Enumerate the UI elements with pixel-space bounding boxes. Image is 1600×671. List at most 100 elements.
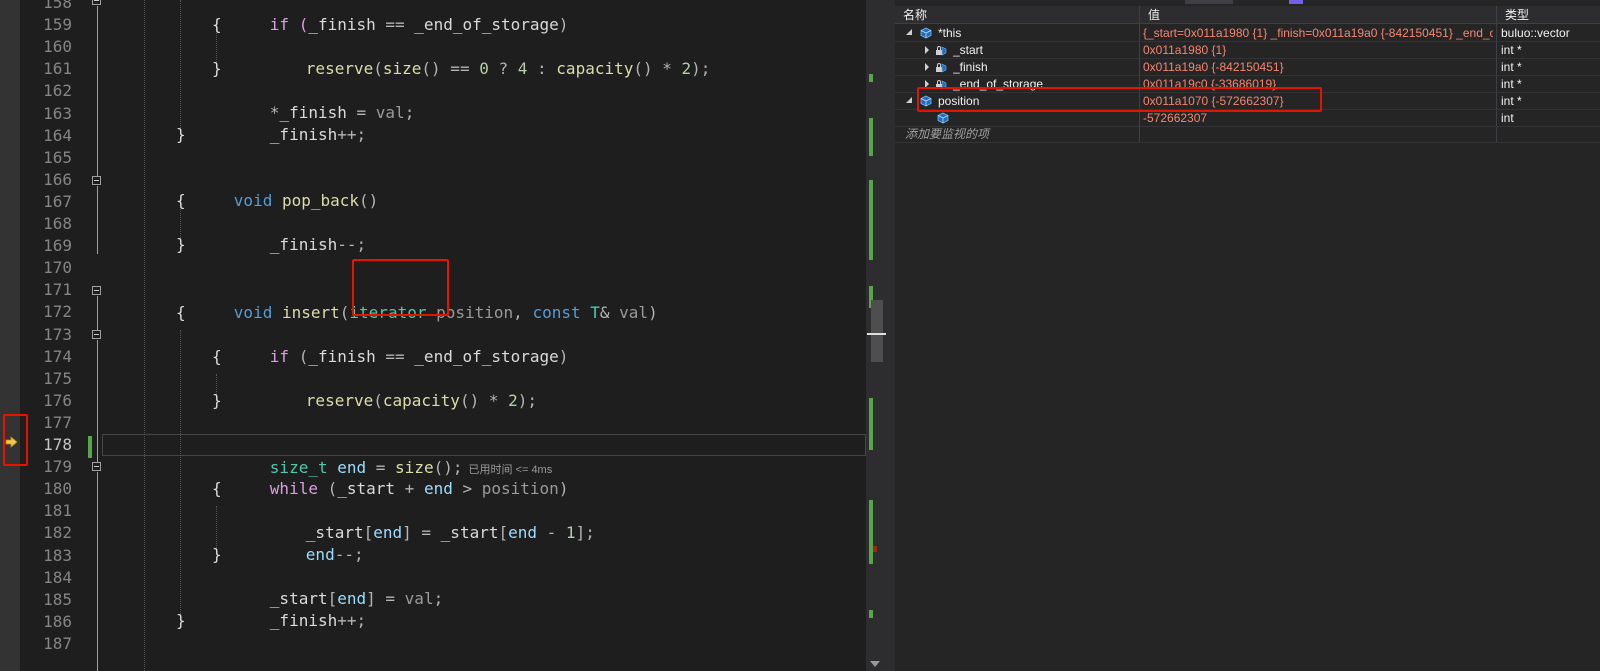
code-editor[interactable]: 158 159 160 161 162 163 164 165 166 167 168 169 170 1… [0,0,887,671]
scroll-down-icon[interactable] [870,661,880,667]
header-type[interactable]: 类型 [1497,6,1600,24]
expand-arrow-icon[interactable] [925,63,929,71]
line-number: 186 [43,611,72,631]
change-marker [869,118,873,156]
code-token: { [212,347,222,366]
line-number: 177 [43,412,72,432]
code-token: end [373,523,403,542]
line-number: 174 [43,346,72,366]
code-token: { [176,191,186,210]
watch-value[interactable]: 0x011a19c0 {-33686019} [1143,76,1493,92]
code-token: const [532,303,581,322]
code-line-179: while (_start + end > position) [212,456,569,498]
code-line-186: } [176,610,186,632]
scrollbar-thumb[interactable] [871,300,883,362]
watch-row-add[interactable]: 添加要监视的项 [895,126,1600,143]
code-token: } [212,391,222,410]
line-number: 184 [43,567,72,587]
line-number: 162 [43,81,72,101]
code-line-166: void pop_back() [176,168,379,210]
code-token: _finish [269,125,338,144]
code-token: } [176,125,186,144]
code-line-168: _finish--; [212,212,366,254]
code-line-180: { [212,478,222,500]
code-token: } [212,545,222,564]
code-area[interactable]: if (_finish == _end_of_storage) { reserv… [104,0,866,671]
add-watch-item[interactable]: 添加要监视的项 [905,126,1135,142]
code-token: _finish [308,15,376,34]
watch-value[interactable]: 0x011a19a0 {-842150451} [1143,59,1493,75]
watch-value[interactable]: {_start=0x011a1980 {1} _finish=0x011a19a… [1143,25,1493,41]
code-line-160: reserve(size() == 0 ? 4 : capacity() * 2… [248,36,711,78]
code-token: () [359,191,379,210]
watch-row-end-of-storage[interactable]: _end_of_storage 0x011a19c0 {-33686019} i… [895,76,1600,93]
code-token: _finish [308,347,376,366]
code-token: pop_back [281,191,360,210]
overview-scrollbar[interactable] [866,0,887,671]
code-token: } [212,59,222,78]
code-token: + [395,479,424,498]
code-token: reserve [305,391,374,410]
watch-header: 名称 值 类型 [895,6,1600,24]
watch-value[interactable]: -572662307 [1143,110,1493,126]
glyph-margin[interactable] [0,0,20,671]
code-token: [ [498,523,509,542]
watch-row-position[interactable]: position 0x011a1070 {-572662307} int * [895,93,1600,110]
fold-collapse-icon[interactable] [92,330,101,339]
watch-window[interactable]: 名称 值 类型 *this {_start=0x011a1980 {1} _fi… [895,0,1600,671]
code-token: void [233,191,273,210]
watch-row-position-deref[interactable]: -572662307 int [895,110,1600,127]
line-number-gutter: 158 159 160 161 162 163 164 165 166 167 168 169 170 1… [20,0,72,671]
code-token: _finish [269,235,338,254]
expand-arrow-icon[interactable] [925,46,929,54]
code-token: _start [337,479,396,498]
code-token: position [436,303,514,322]
watch-value[interactable]: 0x011a1980 {1} [1143,42,1493,58]
fold-collapse-icon[interactable] [92,286,101,295]
code-token: ] = [402,523,441,542]
code-token: capacity [556,59,634,78]
fold-collapse-icon[interactable] [92,0,101,5]
code-line-169: } [176,234,186,256]
watch-name: *this [938,26,962,40]
code-token: capacity [382,391,460,410]
line-number: 168 [43,214,72,233]
fold-line [97,472,98,671]
line-number: 187 [43,633,72,653]
watch-type: int [1501,111,1514,125]
line-number: 167 [43,191,72,211]
code-token: > [452,479,482,498]
code-token: ; [433,589,444,608]
watch-name: _finish [953,60,988,74]
expand-arrow-icon[interactable] [906,97,912,103]
change-marker [869,398,873,450]
pane-splitter[interactable] [887,0,895,671]
change-marker [869,500,873,564]
fold-collapse-icon[interactable] [92,462,101,471]
header-name[interactable]: 名称 [895,6,1140,24]
expand-arrow-icon[interactable] [906,29,912,35]
code-line-182: end--; [248,522,364,564]
code-token: == [375,15,415,34]
watch-row-start[interactable]: _start 0x011a1980 {1} int * [895,42,1600,59]
lock-icon [936,80,947,90]
indent-guide [180,0,181,130]
fold-collapse-icon[interactable] [92,176,101,185]
code-token: size [382,59,422,78]
line-number: 183 [43,545,72,565]
watch-row-finish[interactable]: _finish 0x011a19a0 {-842150451} int * [895,59,1600,76]
line-number: 166 [43,169,72,189]
code-token: 1 [565,523,576,542]
fold-line [97,186,98,254]
watch-row-this[interactable]: *this {_start=0x011a1980 {1} _finish=0x0… [895,25,1600,42]
code-token: insert [281,303,340,322]
code-token: end [305,545,335,564]
code-token: reserve [305,59,374,78]
code-line-164: } [176,124,186,146]
code-token: ) [558,479,569,498]
code-token: ( [339,303,350,322]
header-value[interactable]: 值 [1140,6,1497,24]
expand-arrow-icon[interactable] [925,80,929,88]
line-number: 161 [43,59,72,79]
watch-value[interactable]: 0x011a1070 {-572662307} [1143,93,1493,109]
